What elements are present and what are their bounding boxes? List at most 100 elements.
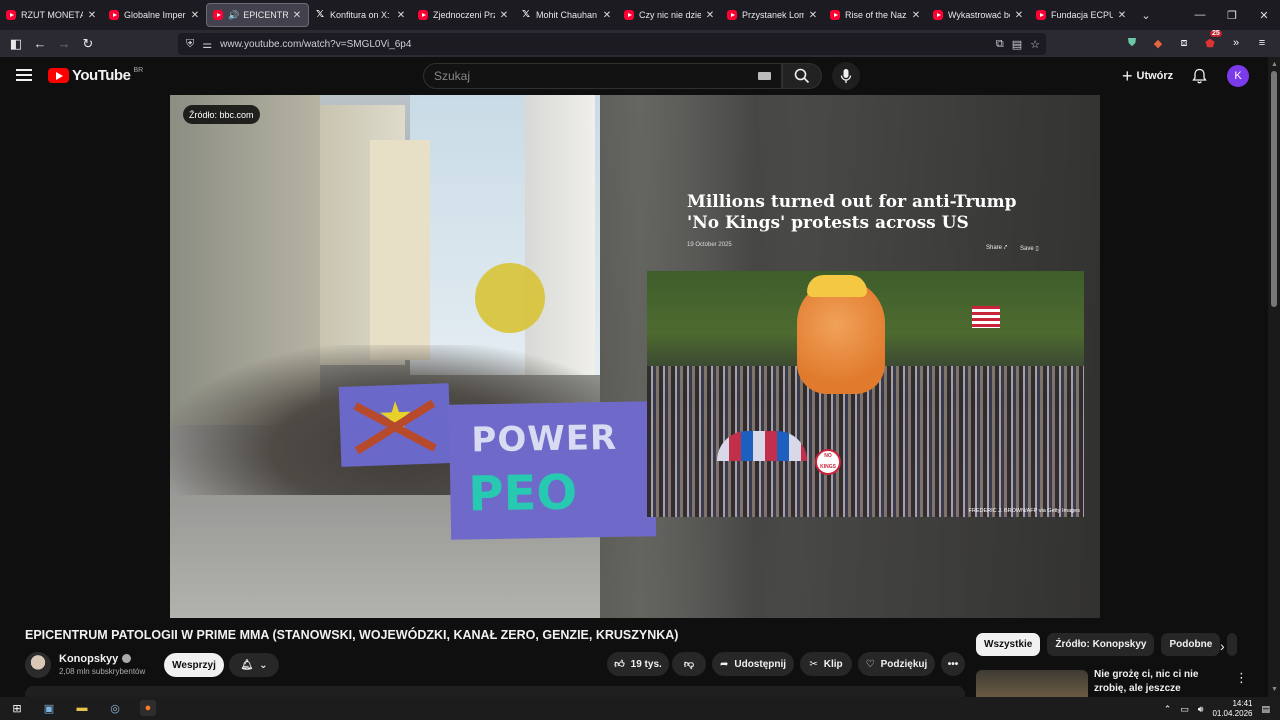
scroll-up-icon[interactable]: ▲ [1271, 61, 1278, 68]
browser-tab[interactable]: Zjednoczeni Przeciw ✕ [412, 3, 515, 27]
keyboard-icon[interactable] [758, 72, 771, 80]
back-icon[interactable]: ← [28, 32, 52, 56]
share-label: Share [986, 245, 1003, 251]
close-icon[interactable]: ✕ [1117, 10, 1127, 21]
create-button[interactable]: + Utwórz [1116, 65, 1179, 87]
browser-tab[interactable]: Przystanek Lombard ✕ [721, 3, 824, 27]
notification-bell-button[interactable]: 🔔︎ ⌄ [229, 653, 279, 677]
speaker-icon[interactable]: 🔊 [228, 10, 239, 21]
url-text[interactable]: www.youtube.com/watch?v=SMGL0Vi_6p4 [220, 39, 411, 50]
close-icon[interactable]: ✕ [808, 10, 818, 21]
tab-list-chevron-icon[interactable]: ⌄ [1133, 9, 1159, 22]
chip-partial[interactable] [1227, 633, 1238, 656]
search-input[interactable]: Szukaj [423, 63, 782, 89]
recommendation-thumbnail[interactable] [976, 670, 1088, 697]
article-photo: NO KINGS FREDERIC J. BROWN/AFP via Getty… [647, 271, 1084, 517]
overflow-chevron-icon[interactable]: » [1226, 33, 1246, 53]
reload-icon[interactable]: ↻ [76, 32, 100, 56]
close-icon[interactable]: ✕ [705, 10, 715, 21]
chip-all[interactable]: Wszystkie [976, 633, 1041, 656]
forward-icon[interactable]: → [52, 32, 76, 56]
video-player[interactable]: ★ POWER PEO Źródło: bbc.com Millions tur… [170, 95, 1100, 618]
scrollbar-thumb[interactable] [1271, 71, 1277, 307]
article-headline: Millions turned out for anti-Trump 'No K… [687, 192, 1017, 233]
browser-tab[interactable]: Czy nic nie dzieje si ✕ [618, 3, 721, 27]
microphone-icon [840, 69, 852, 83]
clock[interactable]: 14:41 01.04.2026 [1212, 699, 1252, 719]
close-icon[interactable]: ✕ [396, 10, 406, 21]
search-button[interactable] [782, 63, 822, 89]
permissions-icon[interactable]: ⚌ [202, 38, 212, 51]
thanks-button[interactable]: ♡ Podziękuj [858, 652, 935, 676]
notifications-center-icon[interactable]: ▤ [1261, 704, 1270, 715]
reader-icon[interactable]: ▤ [1012, 38, 1022, 51]
shield-icon[interactable]: ⛨ [186, 38, 194, 51]
dislike-button[interactable]: 👎︎ [672, 652, 706, 676]
bookmark-star-icon[interactable]: ☆ [1030, 38, 1040, 51]
like-button[interactable]: 👍︎ 19 tys. [607, 652, 669, 676]
page-scrollbar[interactable]: ▲ ▼ [1268, 57, 1280, 697]
browser-tab[interactable]: Rise of the Nazis a ✕ [824, 3, 927, 27]
channel-avatar[interactable] [25, 652, 51, 678]
scroll-down-icon[interactable]: ▼ [1271, 686, 1278, 693]
close-icon[interactable]: ✕ [1014, 10, 1024, 21]
notifications-button[interactable] [1189, 66, 1209, 86]
shield-extension-icon[interactable]: ⛊ [1122, 33, 1142, 53]
close-icon[interactable]: ✕ [87, 10, 97, 21]
restore-icon[interactable]: ❐ [1216, 0, 1248, 30]
close-icon[interactable]: ✕ [190, 10, 200, 21]
hamburger-menu-icon[interactable] [16, 69, 32, 81]
browser-tab[interactable]: RZUT MONETĄ DJ ✕ [0, 3, 103, 27]
voice-search-button[interactable] [832, 62, 860, 90]
search-icon [794, 68, 810, 84]
channel-name-text[interactable]: Konopskyy [59, 653, 118, 665]
folder-icon[interactable]: ▬ [74, 700, 90, 716]
browser-tab[interactable]: 𝕏 Konfitura on X: "Po ✕ [309, 3, 412, 27]
extensions-icon[interactable]: ⧈ [1174, 33, 1194, 53]
tray-chevron-icon[interactable]: ⌃ [1164, 704, 1172, 715]
volume-icon[interactable]: 🔊︎ [1198, 704, 1204, 715]
thanks-label: Podziękuj [880, 658, 928, 670]
close-window-icon[interactable]: ✕ [1248, 0, 1280, 30]
network-icon[interactable]: ▭ [1180, 704, 1189, 715]
browser-tab-active[interactable]: 🔊 EPICENTRUM ✕ [206, 3, 309, 27]
channel-name[interactable]: Konopskyy [59, 653, 132, 665]
support-button[interactable]: Wesprzyj [164, 653, 224, 677]
computer-icon[interactable]: ▣ [41, 700, 57, 716]
firefox-icon[interactable]: ● [140, 700, 156, 716]
browser-tab[interactable]: Globalne Imperium ✕ [103, 3, 206, 27]
close-icon[interactable]: ✕ [911, 10, 921, 21]
more-vertical-icon[interactable]: ⋮ [1235, 670, 1248, 686]
browser-tab[interactable]: 𝕏 Mohit Chauhan on ✕ [515, 3, 618, 27]
account-avatar[interactable]: K [1227, 65, 1249, 87]
chip-similar[interactable]: Podobne [1161, 633, 1221, 656]
share-button[interactable]: ➦ Udostępnij [712, 652, 794, 676]
close-icon[interactable]: ✕ [499, 10, 509, 21]
ublock-icon[interactable]: ⬟ 25 [1200, 30, 1222, 53]
chevron-right-icon[interactable]: › [1220, 638, 1225, 654]
sidebar-toggle-icon[interactable]: ◧ [4, 32, 28, 56]
source-label: Źródło: bbc.com [183, 105, 260, 124]
more-actions-button[interactable]: ••• [941, 652, 965, 676]
browser-tab[interactable]: Wykastrować bezdo ✕ [927, 3, 1030, 27]
pip-icon[interactable]: ⧉ [996, 38, 1004, 51]
address-bar[interactable]: ⛨ ⚌ www.youtube.com/watch?v=SMGL0Vi_6p4 … [178, 33, 1046, 55]
app-menu-icon[interactable]: ≡ [1252, 33, 1272, 53]
windows-start-icon[interactable]: ⊞ [9, 700, 25, 716]
chip-source[interactable]: Źródło: Konopskyy [1047, 633, 1155, 656]
youtube-logo[interactable]: YouTube BR [48, 67, 143, 84]
youtube-icon [213, 10, 223, 20]
balloon-hair [807, 275, 867, 297]
close-icon[interactable]: ✕ [292, 10, 302, 21]
browser-tab[interactable]: Fundacja ECPU Po ✕ [1030, 3, 1133, 27]
window-controls: — ❐ ✕ [1184, 0, 1280, 30]
steam-icon[interactable]: ◎ [107, 700, 123, 716]
close-icon[interactable]: ✕ [602, 10, 612, 21]
description-box[interactable] [25, 686, 965, 697]
clip-button[interactable]: ✂ Klip [800, 652, 852, 676]
minimize-icon[interactable]: — [1184, 0, 1216, 30]
verified-icon [122, 653, 132, 663]
clip-label: Klip [823, 658, 843, 670]
cross-mark [349, 393, 441, 456]
fox-extension-icon[interactable]: ◆ [1148, 33, 1168, 53]
